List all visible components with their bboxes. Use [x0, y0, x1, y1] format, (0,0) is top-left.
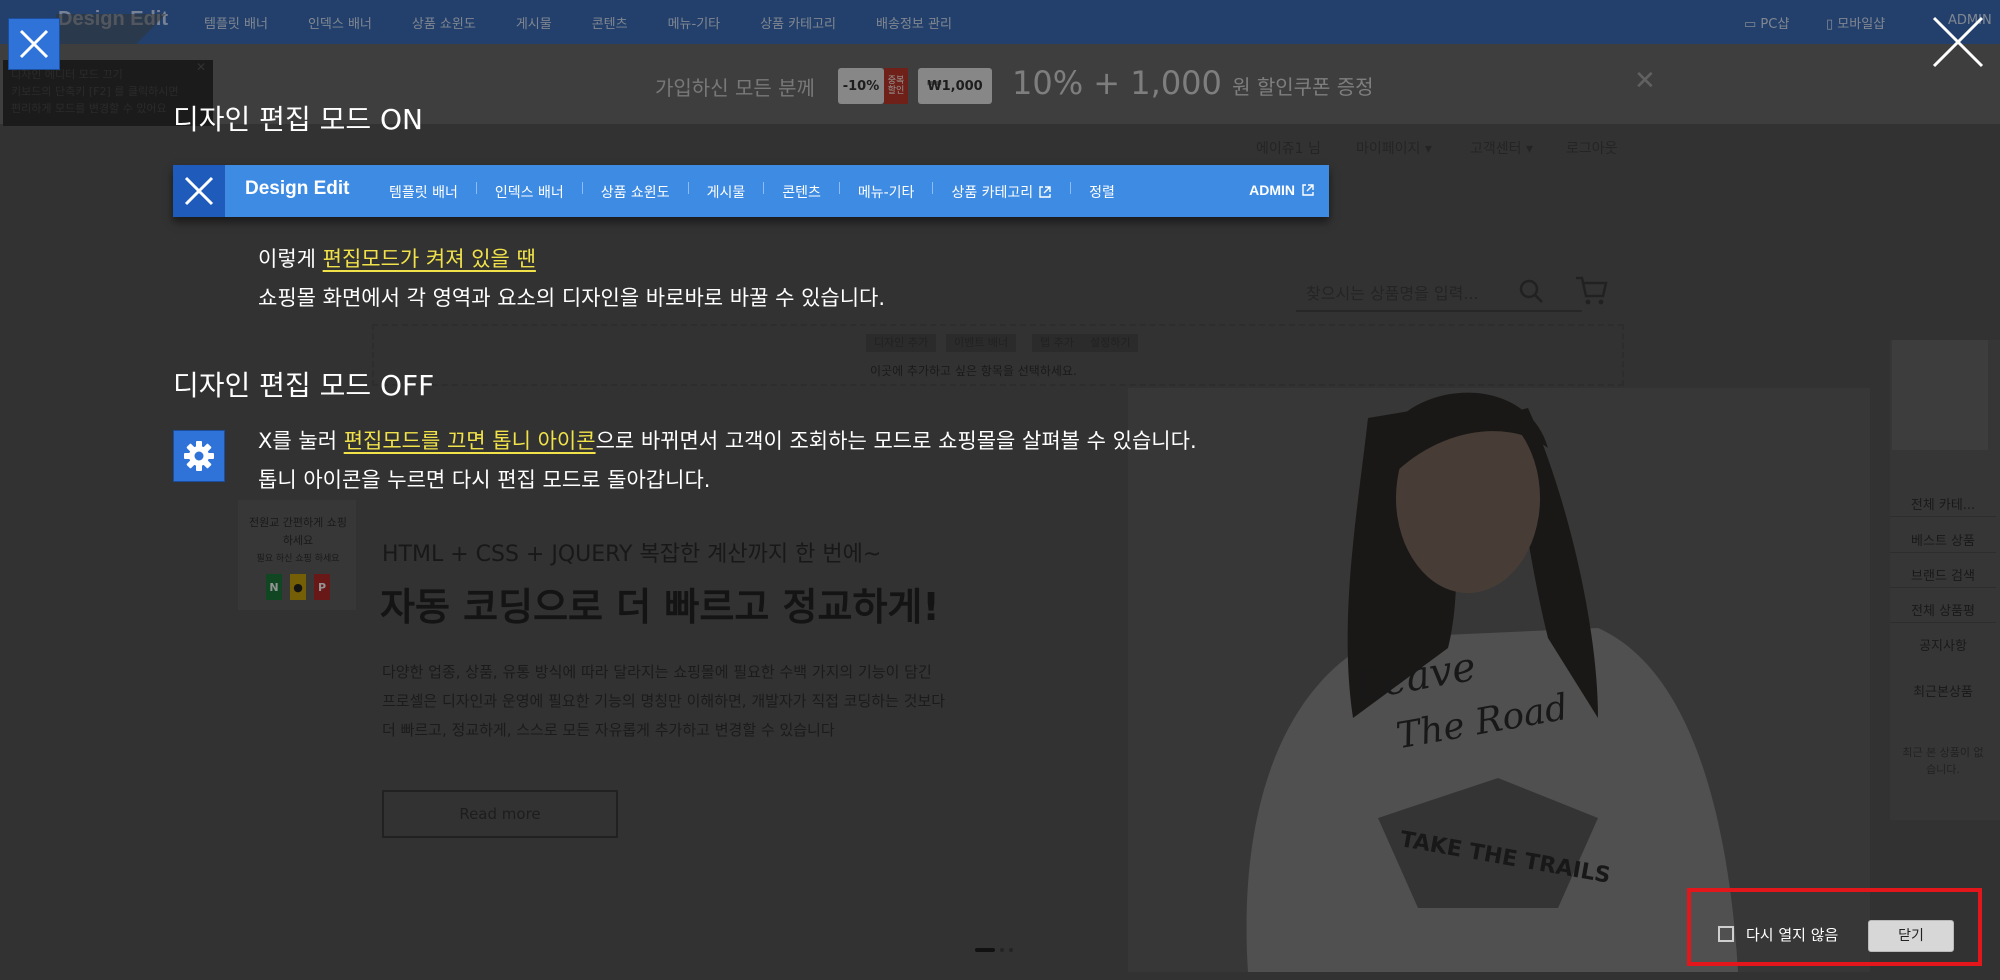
mode-off-heading: 디자인 편집 모드 OFF — [173, 369, 435, 402]
mode-on-heading: 디자인 편집 모드 ON — [173, 103, 424, 136]
close-icon — [19, 29, 49, 59]
close-button[interactable]: 닫기 — [1868, 920, 1954, 952]
toolbar-nav-item-category: 상품 카테고리 — [951, 182, 1052, 202]
divider — [475, 182, 477, 194]
toolbar-nav-item: 콘텐츠 — [782, 185, 821, 201]
divider — [838, 182, 840, 194]
toolbar-nav-item: 게시물 — [706, 185, 746, 201]
highlight-text: 편집모드를 끄면 톱니 아이콘 — [343, 429, 596, 453]
divider — [932, 182, 934, 194]
design-edit-toolbar-preview: Design Edit 템플릿 배너 인덱스 배너 상품 쇼윈도 게시물 콘텐츠… — [173, 165, 1329, 217]
toolbar-brand: Design Edit — [245, 178, 350, 199]
toolbar-nav-item: 상품 쇼윈도 — [600, 185, 670, 201]
gear-button-preview — [173, 430, 225, 482]
gear-icon — [184, 441, 214, 471]
mode-on-description: 이렇게 편집모드가 켜져 있을 땐 쇼핑몰 화면에서 각 영역과 요소의 디자인… — [258, 247, 886, 310]
toolbar-nav: 템플릿 배너 인덱스 배너 상품 쇼윈도 게시물 콘텐츠 메뉴-기타 상품 카테… — [389, 182, 1115, 202]
close-icon[interactable] — [1930, 14, 1986, 70]
divider — [1070, 182, 1072, 194]
external-link-icon — [1039, 186, 1051, 198]
toolbar-nav-item: 메뉴-기타 — [857, 185, 915, 201]
divider — [687, 182, 689, 194]
toolbar-nav-item: 정렬 — [1089, 185, 1115, 201]
divider — [581, 182, 583, 194]
editor-toggle-button[interactable] — [8, 18, 60, 70]
mode-off-description: X를 눌러 편집모드를 끄면 톱니 아이콘으로 바뀌면서 고객이 조회하는 모드… — [258, 429, 1197, 492]
toolbar-close-box — [173, 165, 225, 217]
dont-show-again-label[interactable]: 다시 열지 않음 — [1746, 924, 1838, 945]
toolbar-nav-item: 템플릿 배너 — [389, 185, 458, 201]
divider — [763, 182, 765, 194]
dont-show-again-checkbox[interactable] — [1718, 926, 1734, 942]
highlight-text: 편집모드가 켜져 있을 땐 — [322, 247, 536, 271]
close-icon — [184, 176, 214, 206]
toolbar-nav-item: 인덱스 배너 — [494, 185, 564, 201]
toolbar-admin: ADMIN — [1249, 182, 1315, 198]
external-link-icon — [1302, 184, 1314, 196]
